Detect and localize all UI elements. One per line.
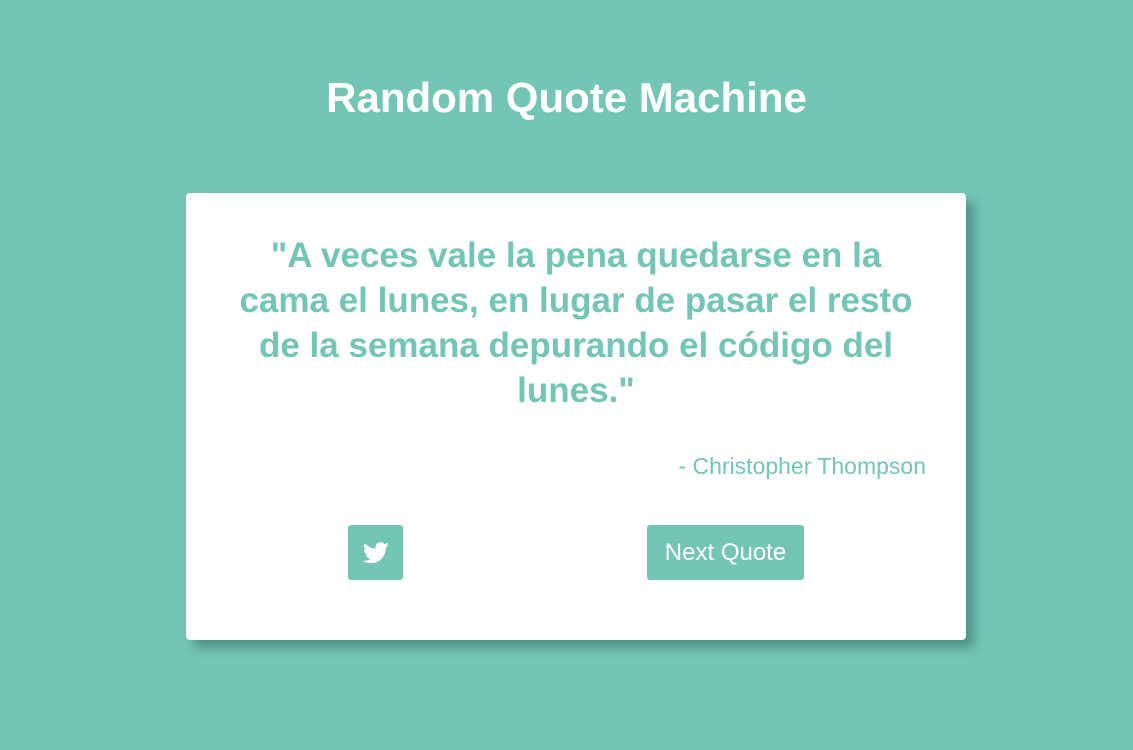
- twitter-icon: [362, 541, 389, 564]
- next-quote-button[interactable]: Next Quote: [647, 525, 804, 580]
- page-title: Random Quote Machine: [326, 74, 807, 121]
- quote-text: "A veces vale la pena quedarse en la cam…: [239, 236, 913, 410]
- page: Random Quote Machine "A veces vale la pe…: [0, 0, 1133, 750]
- quote-author: - Christopher Thompson: [678, 453, 926, 479]
- tweet-quote-button[interactable]: [348, 525, 403, 580]
- quote-card: "A veces vale la pena quedarse en la cam…: [186, 193, 966, 640]
